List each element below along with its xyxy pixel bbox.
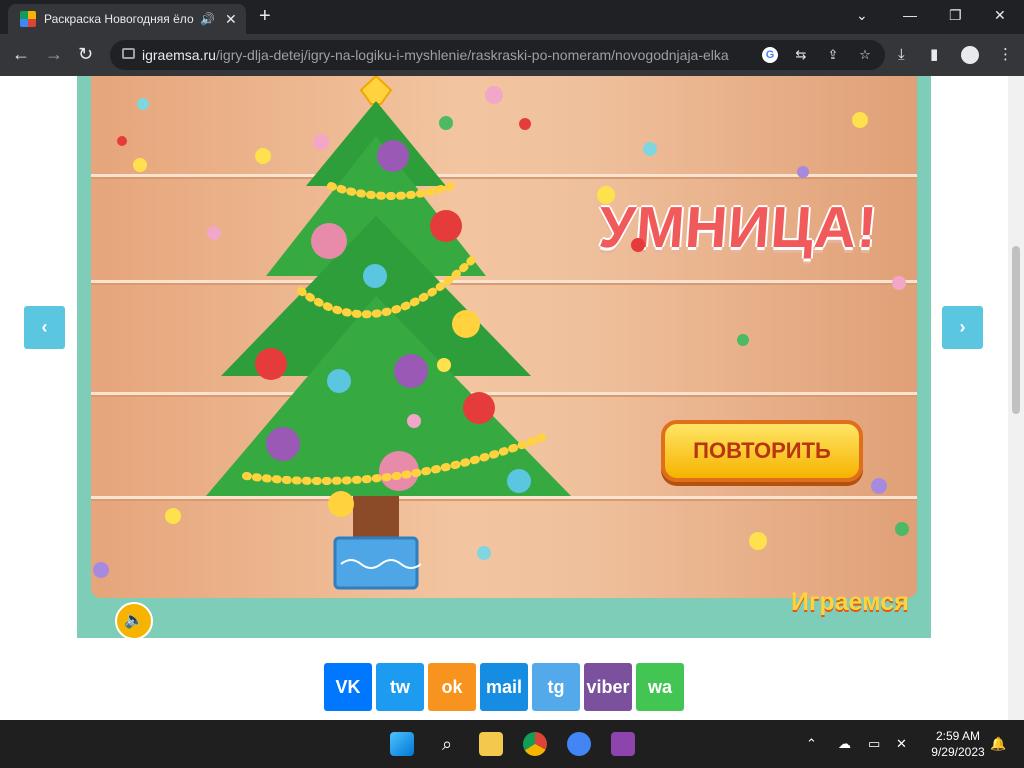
start-menu-icon[interactable] [390, 732, 414, 756]
address-bar[interactable]: igraemsa.ru/igry-dlja-detej/igry-na-logi… [110, 40, 885, 70]
reload-icon[interactable]: ↻ [78, 44, 93, 64]
confetti-dot [439, 116, 453, 130]
browser-toolbar: ← → ↻ igraemsa.ru/igry-dlja-detej/igry-n… [0, 34, 1024, 76]
confetti-dot [255, 148, 271, 164]
restore-icon[interactable]: ❐ [949, 7, 962, 24]
confetti-dot [477, 546, 491, 560]
speaker-icon[interactable]: 🔊 [200, 12, 215, 26]
confetti-dot [485, 86, 503, 104]
scrollbar-thumb[interactable] [1012, 246, 1020, 414]
confetti-dot [737, 334, 749, 346]
search-icon[interactable]: ⌕ [435, 732, 459, 756]
confetti-dot [895, 522, 909, 536]
notification-bell-icon[interactable]: 🔔 [990, 736, 1006, 752]
display-icon[interactable]: ▭ [868, 736, 880, 752]
confetti-dot [117, 136, 127, 146]
profile-avatar-icon[interactable] [961, 46, 979, 64]
menu-kebab-icon[interactable]: ⋮ [998, 46, 1013, 64]
onedrive-icon[interactable]: ☁ [838, 736, 851, 752]
system-clock[interactable]: 2:59 AM 9/29/2023 [922, 728, 994, 760]
windows-taskbar: ⌕ ⌃ ☁ ▭ ✕ 2:59 AM 9/29/2023 🔔 [0, 720, 1024, 768]
odnoklassniki-icon[interactable]: ok [428, 663, 476, 711]
affinity-app-icon[interactable] [611, 732, 635, 756]
twitter-icon[interactable]: tw [376, 663, 424, 711]
whatsapp-icon[interactable]: wa [636, 663, 684, 711]
back-icon[interactable]: ← [12, 44, 30, 64]
confetti-dot [597, 186, 615, 204]
url-text[interactable]: igraemsa.ru/igry-dlja-detej/igry-na-logi… [142, 47, 729, 63]
confetti-dot [643, 142, 657, 156]
confetti-dot [871, 478, 887, 494]
browser-title-bar: Раскраска Новогодняя ёло 🔊 ✕ + ⌄ — ❐ ✕ [0, 0, 1024, 34]
lock-icon[interactable] [122, 48, 135, 59]
prev-game-button[interactable]: ‹ [24, 306, 65, 349]
confetti-dot [133, 158, 147, 172]
vk-icon[interactable]: VK [324, 663, 372, 711]
confetti-dot [852, 112, 868, 128]
clock-date: 9/29/2023 [931, 745, 985, 759]
bookmark-star-icon[interactable]: ☆ [857, 47, 873, 63]
download-icon[interactable]: ⤓ [898, 46, 905, 64]
confetti-dot [207, 226, 221, 240]
site-logo[interactable]: Играемся [791, 588, 909, 617]
viber-icon[interactable]: viber [584, 663, 632, 711]
site-favicon-icon [20, 11, 36, 27]
confetti-dot [631, 238, 645, 252]
web-page: ‹ › УМНИЦА! ПОВТОРИТЬ 🔈 Играемся VK tw o… [0, 76, 1008, 720]
new-tab-button[interactable]: + [259, 6, 271, 26]
confetti-dot [137, 98, 149, 110]
window-close-icon[interactable]: ✕ [994, 7, 1006, 24]
browser-tab[interactable]: Раскраска Новогодняя ёло 🔊 ✕ [8, 4, 246, 34]
file-explorer-icon[interactable] [479, 732, 503, 756]
telegram-icon[interactable]: tg [532, 663, 580, 711]
translate-icon[interactable]: ⇆ [793, 47, 809, 63]
close-tab-icon[interactable]: ✕ [225, 11, 237, 28]
confetti-dot [437, 358, 451, 372]
next-game-button[interactable]: › [942, 306, 983, 349]
confetti-dot [749, 532, 767, 550]
volume-muted-icon[interactable]: ✕ [896, 736, 907, 752]
chrome-icon[interactable] [523, 732, 547, 756]
confetti-dot [93, 562, 109, 578]
repeat-button[interactable]: ПОВТОРИТЬ [661, 420, 863, 482]
confetti-dot [165, 508, 181, 524]
google-lens-icon[interactable]: G [762, 47, 778, 63]
side-panel-icon[interactable]: ▮ [930, 46, 938, 64]
minimize-icon[interactable]: — [903, 7, 917, 23]
confetti-dot [797, 166, 809, 178]
tray-overflow-icon[interactable]: ⌃ [806, 736, 817, 752]
balloon-app-icon[interactable] [567, 732, 591, 756]
confetti-dot [407, 414, 421, 428]
confetti-dot [892, 276, 906, 290]
page-scrollbar[interactable] [1008, 76, 1024, 720]
share-icon[interactable]: ⇪ [825, 47, 841, 63]
tab-search-icon[interactable]: ⌄ [856, 7, 868, 24]
tab-title: Раскраска Новогодняя ёло [44, 12, 194, 26]
wooden-board: УМНИЦА! ПОВТОРИТЬ [91, 76, 917, 598]
sound-toggle-icon[interactable]: 🔈 [115, 602, 153, 640]
mail-ru-icon[interactable]: mail [480, 663, 528, 711]
game-area[interactable]: УМНИЦА! ПОВТОРИТЬ 🔈 Играемся [77, 76, 931, 640]
forward-icon[interactable]: → [45, 44, 63, 64]
share-buttons: VK tw ok mail tg viber wa [324, 663, 684, 711]
clock-time: 2:59 AM [935, 729, 981, 743]
confetti-dot [313, 134, 329, 150]
confetti-dot [519, 118, 531, 130]
